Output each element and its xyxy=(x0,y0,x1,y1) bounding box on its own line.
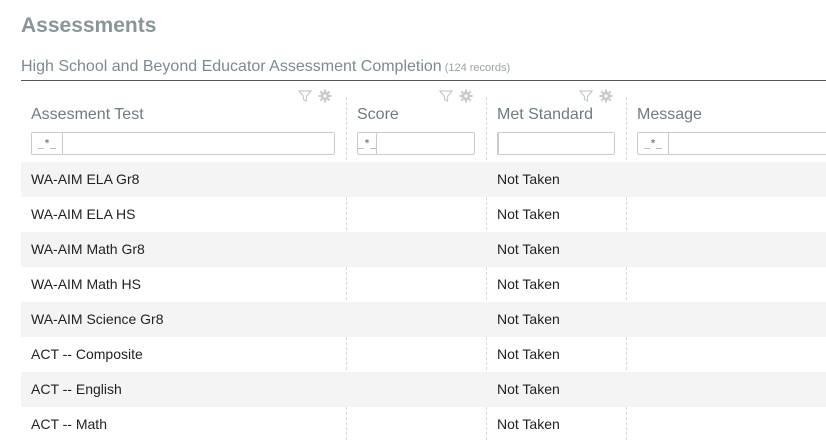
cell-met-standard: Not Taken xyxy=(497,346,560,362)
cell-test: WA-AIM ELA Gr8 xyxy=(31,171,140,187)
cell-test: WA-AIM Science Gr8 xyxy=(31,311,164,327)
table-row[interactable]: ACT -- Math Not Taken xyxy=(21,407,826,440)
page-title: Assessments xyxy=(21,14,157,37)
table-row[interactable]: WA-AIM Science Gr8 Not Taken xyxy=(21,302,826,337)
filter-mode-button[interactable]: _ * _ xyxy=(638,133,669,154)
column-header-message[interactable]: Message _ * _ xyxy=(627,87,826,161)
column-label: Assesment Test xyxy=(31,106,144,123)
filter-box-met-standard xyxy=(497,132,662,155)
filter-icon[interactable] xyxy=(298,89,312,103)
column-label: Met Standard xyxy=(497,106,594,123)
cell-met-standard: Not Taken xyxy=(497,276,560,292)
cell-test: ACT -- English xyxy=(31,381,122,397)
cell-test: WA-AIM ELA HS xyxy=(31,206,136,222)
cell-test: WA-AIM Math HS xyxy=(31,276,141,292)
cell-test: ACT -- Composite xyxy=(31,346,143,362)
column-header-test[interactable]: Assesment Test _ * _ xyxy=(21,87,347,161)
filter-icon[interactable] xyxy=(439,89,453,103)
cell-met-standard: Not Taken xyxy=(497,381,560,397)
filter-input-test[interactable] xyxy=(63,133,334,154)
table-row[interactable]: ACT -- English Not Taken xyxy=(21,372,826,407)
filter-icon[interactable] xyxy=(579,89,593,103)
column-header-score[interactable]: Score _ * _ xyxy=(347,87,541,161)
cell-met-standard: Not Taken xyxy=(497,241,560,257)
section-title: High School and Beyond Educator Assessme… xyxy=(21,58,442,75)
gear-icon[interactable] xyxy=(318,89,332,103)
column-label: Score xyxy=(357,106,399,123)
column-header-met-standard[interactable]: Met Standard xyxy=(487,87,662,161)
gear-icon[interactable] xyxy=(599,89,613,103)
cell-test: ACT -- Math xyxy=(31,416,107,432)
header-icons xyxy=(439,89,473,103)
filter-mode-button[interactable]: _ * _ xyxy=(32,133,63,154)
filter-input-message[interactable] xyxy=(669,133,826,154)
table-row[interactable]: WA-AIM Math HS Not Taken xyxy=(21,267,826,302)
assessment-grid: Assesment Test _ * _ Score _ * _ Met Standar… xyxy=(21,87,826,440)
cell-test: WA-AIM Math Gr8 xyxy=(31,241,145,257)
table-row[interactable]: WA-AIM Math Gr8 Not Taken xyxy=(21,232,826,267)
cell-met-standard: Not Taken xyxy=(497,206,560,222)
cell-met-standard: Not Taken xyxy=(497,311,560,327)
header-icons xyxy=(579,89,613,103)
header-icons xyxy=(298,89,332,103)
filter-box-message: _ * _ xyxy=(637,132,826,155)
table-row[interactable]: WA-AIM ELA HS Not Taken xyxy=(21,197,826,232)
cell-met-standard: Not Taken xyxy=(497,171,560,187)
grid-body: WA-AIM ELA Gr8 Not Taken WA-AIM ELA HS N… xyxy=(21,162,826,440)
cell-met-standard: Not Taken xyxy=(497,416,560,432)
table-row[interactable]: WA-AIM ELA Gr8 Not Taken xyxy=(21,162,826,197)
gear-icon[interactable] xyxy=(459,89,473,103)
record-count: (124 records) xyxy=(444,62,511,74)
section-header: High School and Beyond Educator Assessme… xyxy=(21,58,826,81)
table-row[interactable]: ACT -- Composite Not Taken xyxy=(21,337,826,372)
filter-box-test: _ * _ xyxy=(31,132,335,155)
filter-box-score: _ * _ xyxy=(357,132,541,155)
filter-mode-button[interactable]: _ * _ xyxy=(358,133,378,154)
column-label: Message xyxy=(637,106,702,123)
